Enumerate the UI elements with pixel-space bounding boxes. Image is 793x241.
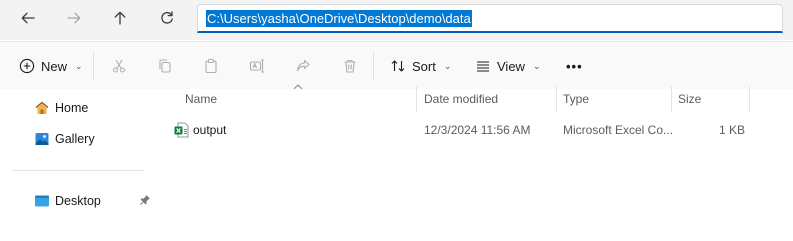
home-icon xyxy=(35,101,49,114)
file-name[interactable]: output xyxy=(193,123,226,137)
toolbar-separator xyxy=(93,52,94,80)
sidebar-item-gallery[interactable]: Gallery xyxy=(34,129,95,149)
sidebar-item-label: Desktop xyxy=(55,194,101,208)
chevron-down-icon: ⌄ xyxy=(75,60,83,71)
delete-button[interactable] xyxy=(342,54,358,78)
pin-icon[interactable] xyxy=(139,194,151,206)
gallery-icon xyxy=(35,133,49,145)
column-header-date-modified[interactable]: Date modified xyxy=(424,92,498,106)
toolbar-separator xyxy=(373,52,374,80)
clipboard-icon xyxy=(205,58,217,74)
sort-ascending-caret-icon xyxy=(293,84,303,90)
paste-button[interactable] xyxy=(203,54,219,78)
column-header-name[interactable]: Name xyxy=(185,92,217,106)
excel-csv-icon xyxy=(174,122,189,138)
share-icon xyxy=(296,59,310,72)
column-separator[interactable] xyxy=(556,86,557,112)
address-bar[interactable]: C:\Users\yasha\OneDrive\Desktop\demo\dat… xyxy=(197,4,783,33)
plus-circle-icon xyxy=(19,58,35,74)
column-separator[interactable] xyxy=(749,86,750,112)
address-row: C:\Users\yasha\OneDrive\Desktop\demo\dat… xyxy=(0,0,793,40)
table-row[interactable]: output 12/3/2024 11:56 AM Microsoft Exce… xyxy=(165,117,750,143)
more-dots-icon: ••• xyxy=(566,58,583,74)
column-separator[interactable] xyxy=(416,86,417,112)
view-button[interactable]: View ⌄ xyxy=(475,54,541,78)
copy-button[interactable] xyxy=(157,54,173,78)
sort-label: Sort xyxy=(412,58,436,74)
view-label: View xyxy=(497,58,525,74)
sidebar-item-home[interactable]: Home xyxy=(34,98,88,118)
forward-arrow-icon xyxy=(67,12,81,24)
back-arrow-icon xyxy=(21,12,35,24)
share-button[interactable] xyxy=(295,54,311,78)
rename-icon xyxy=(249,59,264,73)
new-label: New xyxy=(41,58,68,74)
scissors-icon xyxy=(112,59,126,73)
chevron-down-icon: ⌄ xyxy=(532,60,541,71)
desktop-folder-icon xyxy=(35,195,49,207)
sidebar-item-desktop[interactable]: Desktop xyxy=(34,191,101,211)
sidebar-divider xyxy=(12,170,144,171)
column-header-type[interactable]: Type xyxy=(563,92,589,106)
trash-icon xyxy=(344,59,356,73)
column-header-size[interactable]: Size xyxy=(678,92,701,106)
copy-icon xyxy=(159,59,171,73)
back-button[interactable] xyxy=(14,5,42,31)
sort-button[interactable]: Sort ⌄ xyxy=(390,54,451,78)
sort-arrows-icon xyxy=(391,60,405,72)
sidebar-item-label: Home xyxy=(55,101,89,115)
command-bar: New ⌄ Sort ⌄ View ⌄ ••• xyxy=(0,41,793,89)
list-view-icon xyxy=(477,61,489,72)
file-size: 1 KB xyxy=(719,123,746,137)
file-date-modified: 12/3/2024 11:56 AM xyxy=(424,123,531,137)
column-separator[interactable] xyxy=(671,86,672,112)
chevron-down-icon: ⌄ xyxy=(443,60,452,71)
more-options-button[interactable]: ••• xyxy=(566,54,583,78)
sidebar-item-label: Gallery xyxy=(55,132,95,146)
rename-button[interactable] xyxy=(249,54,265,78)
address-path-text[interactable]: C:\Users\yasha\OneDrive\Desktop\demo\dat… xyxy=(206,9,472,27)
up-arrow-icon xyxy=(114,11,126,25)
refresh-button[interactable] xyxy=(153,5,181,31)
file-type: Microsoft Excel Co... xyxy=(563,123,674,137)
refresh-icon xyxy=(161,11,173,24)
forward-button[interactable] xyxy=(60,5,88,31)
up-button[interactable] xyxy=(106,5,134,31)
cut-button[interactable] xyxy=(111,54,127,78)
new-button[interactable]: New ⌄ xyxy=(19,54,83,78)
